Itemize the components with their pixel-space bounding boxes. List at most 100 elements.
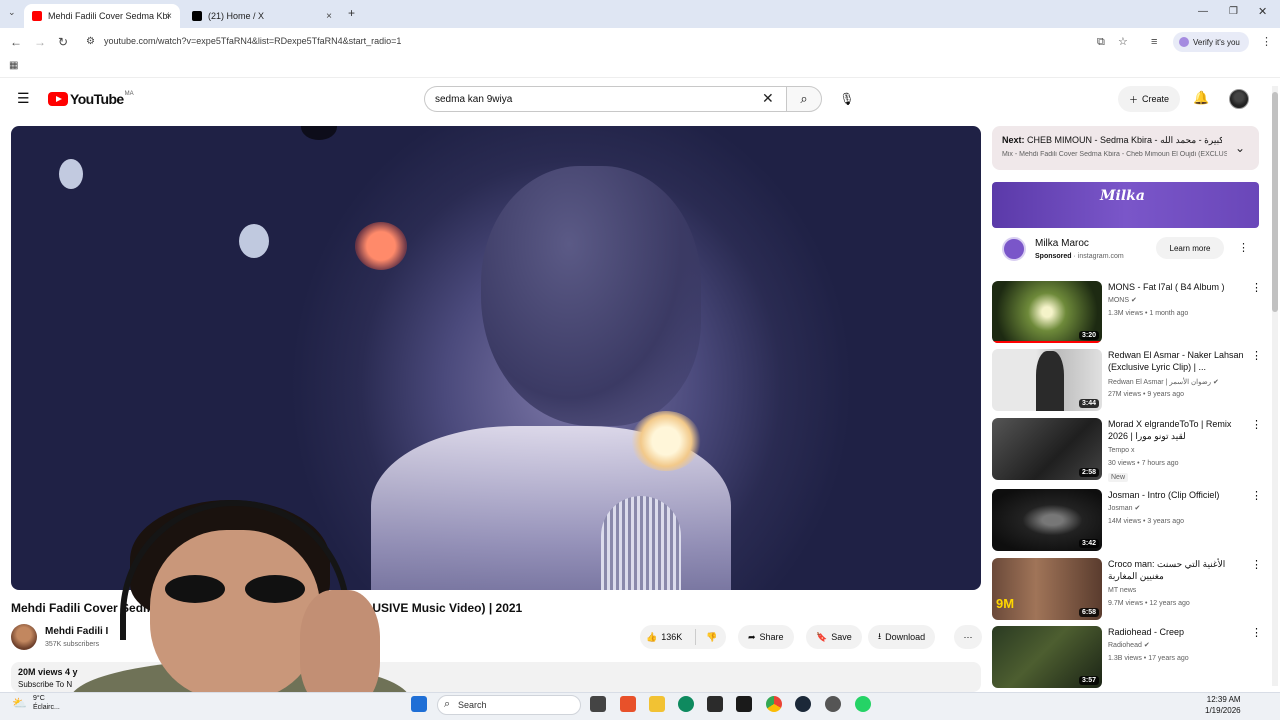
download-button[interactable]: ⭳ Download <box>868 625 936 649</box>
x-favicon-icon <box>192 11 202 21</box>
recommendation-kebab-icon[interactable]: ⋮ <box>1251 418 1262 431</box>
recommendation-meta: 9.7M views • 12 years ago <box>1108 600 1190 607</box>
ad-advertiser-name[interactable]: Milka Maroc <box>1035 238 1089 249</box>
video-thumbnail[interactable]: 3:20 <box>992 281 1102 343</box>
recommendation-item[interactable]: 3:57 Radiohead - Creep Radiohead ✔ 1.3B … <box>992 626 1262 688</box>
install-app-icon[interactable]: ⧉ <box>1097 34 1105 50</box>
recommendation-item[interactable]: 2:58 Morad X elgrandeToTo | Remix 2026 |… <box>992 418 1262 482</box>
more-actions-button[interactable]: ⋯ <box>954 625 982 649</box>
forward-icon[interactable]: → <box>34 34 46 50</box>
chevron-down-icon[interactable]: ⌄ <box>1235 141 1245 155</box>
clear-search-icon[interactable]: ✕ <box>762 90 774 107</box>
save-button[interactable]: 🔖 Save <box>806 625 862 649</box>
verified-check-icon: ✔ <box>1212 379 1219 386</box>
video-thumbnail[interactable]: 3:57 <box>992 626 1102 688</box>
steam-icon[interactable] <box>795 696 811 712</box>
account-avatar[interactable] <box>1229 89 1249 109</box>
notifications-bell-icon[interactable]: 🔔 <box>1193 90 1209 106</box>
task-view-icon[interactable] <box>590 696 606 712</box>
taskbar-search[interactable]: Search <box>437 695 581 715</box>
apps-grid-icon[interactable]: ▦ <box>9 60 18 71</box>
create-button[interactable]: ＋ Create <box>1118 86 1180 112</box>
recommendation-meta: 14M views • 3 years ago <box>1108 518 1184 525</box>
thumbnail-figure <box>1036 351 1064 411</box>
description-text: Subscribe To N <box>18 680 73 689</box>
up-next-title: Next: CHEB MIMOUN - Sedma Kbira - صدمة ك… <box>1002 135 1222 146</box>
recommendation-kebab-icon[interactable]: ⋮ <box>1251 349 1262 362</box>
learn-more-button[interactable]: Learn more <box>1156 237 1224 259</box>
system-clock[interactable]: 12:39 AM 1/19/2026 <box>1205 694 1241 716</box>
video-thumbnail[interactable]: 9M 6:58 <box>992 558 1102 620</box>
back-icon[interactable]: ← <box>10 34 22 50</box>
recommendation-title[interactable]: Radiohead - Creep <box>1108 626 1244 638</box>
site-info-icon[interactable]: ⚙ <box>86 34 95 50</box>
verified-check-icon: ✔ <box>1134 505 1141 512</box>
video-thumbnail[interactable]: 2:58 <box>992 418 1102 480</box>
hamburger-menu-icon[interactable]: ☰ <box>17 90 30 107</box>
address-bar[interactable]: youtube.com/watch?v=expe5TfaRN4&list=RDe… <box>104 36 401 46</box>
recommendation-kebab-icon[interactable]: ⋮ <box>1251 489 1262 502</box>
share-button[interactable]: ➦ Share <box>738 625 794 649</box>
ad-kebab-icon[interactable]: ⋮ <box>1238 241 1249 254</box>
thumbs-down-icon: 👎 <box>706 631 718 642</box>
bookmark-icon: 🔖 <box>816 631 828 642</box>
recommendation-title[interactable]: Croco man: الأغنية التي حسنت مغنيين المغ… <box>1108 558 1244 582</box>
share-label: Share <box>759 632 784 642</box>
whatsapp-icon[interactable] <box>855 696 871 712</box>
chrome-icon[interactable] <box>766 696 782 712</box>
tab-close-icon[interactable]: × <box>166 11 172 22</box>
tab-youtube[interactable]: Mehdi Fadili Cover Sedma Kbi × <box>24 4 180 28</box>
maximize-icon[interactable]: ❐ <box>1229 6 1238 17</box>
minimize-icon[interactable]: — <box>1198 6 1208 17</box>
video-frame-singer <box>481 166 701 426</box>
reading-list-icon[interactable]: ≡ <box>1151 34 1157 50</box>
recommendation-title[interactable]: Redwan El Asmar - Naker Lahsan (Exclusiv… <box>1108 349 1244 373</box>
recommendation-meta: 27M views • 9 years ago <box>1108 391 1184 398</box>
tab-list-chevron-icon[interactable]: ⌄ <box>8 7 16 18</box>
dislike-button[interactable]: 👎 <box>700 632 717 643</box>
new-tab-button[interactable]: + <box>348 6 355 20</box>
recommendation-kebab-icon[interactable]: ⋮ <box>1251 281 1262 294</box>
bookmark-star-icon[interactable]: ☆ <box>1118 34 1128 50</box>
recommendation-title[interactable]: Morad X elgrandeToTo | Remix 2026 | لقيد… <box>1108 418 1244 442</box>
share-icon: ➦ <box>748 631 756 642</box>
up-next-panel[interactable] <box>992 126 1259 170</box>
ad-advertiser-avatar[interactable] <box>1002 237 1026 261</box>
like-button[interactable]: 👍 136K <box>640 629 696 645</box>
voice-search-button[interactable]: 🎙 <box>834 86 860 112</box>
duration-badge: 6:58 <box>1078 608 1099 617</box>
menu-kebab-icon[interactable]: ⋮ <box>1261 34 1272 50</box>
recommendation-kebab-icon[interactable]: ⋮ <box>1251 626 1262 639</box>
video-thumbnail[interactable]: 3:42 <box>992 489 1102 551</box>
verify-profile-button[interactable]: Verify it's you <box>1173 32 1249 52</box>
channel-avatar[interactable] <box>11 624 37 650</box>
app-icon[interactable] <box>825 696 841 712</box>
copilot-icon[interactable] <box>620 696 636 712</box>
profile-icon <box>1179 37 1189 47</box>
tab-close-icon[interactable]: × <box>326 11 332 22</box>
recommendation-item[interactable]: 9M 6:58 Croco man: الأغنية التي حسنت مغن… <box>992 558 1262 620</box>
video-thumbnail[interactable]: 3:44 <box>992 349 1102 411</box>
obs-icon[interactable] <box>736 696 752 712</box>
reload-icon[interactable]: ↻ <box>58 34 68 50</box>
thumbs-up-icon: 👍 <box>646 631 658 642</box>
close-window-icon[interactable]: ✕ <box>1258 5 1267 18</box>
tab-title: Mehdi Fadili Cover Sedma Kbi <box>48 11 170 21</box>
recommendation-item[interactable]: 3:44 Redwan El Asmar - Naker Lahsan (Exc… <box>992 349 1262 411</box>
tab-x[interactable]: (21) Home / X × <box>184 4 340 28</box>
start-windows-icon[interactable] <box>411 696 427 712</box>
weather-icon[interactable]: ⛅ <box>12 696 27 710</box>
search-input[interactable]: sedma kan 9wiya <box>424 86 787 112</box>
youtube-logo[interactable]: YouTube MA <box>48 91 134 107</box>
recommendation-item[interactable]: 3:42 Josman - Intro (Clip Officiel) Josm… <box>992 489 1262 551</box>
scrollbar-thumb[interactable] <box>1272 92 1278 312</box>
search-button[interactable]: ⌕ <box>786 86 822 112</box>
recommendation-item[interactable]: 3:20 MONS - Fat l7al ( B4 Album ) MONS ✔… <box>992 281 1262 343</box>
recommendation-title[interactable]: MONS - Fat l7al ( B4 Album ) <box>1108 281 1244 293</box>
weather-widget[interactable]: 9°C Éclairc... <box>33 694 60 712</box>
recommendation-kebab-icon[interactable]: ⋮ <box>1251 558 1262 571</box>
recommendation-title[interactable]: Josman - Intro (Clip Officiel) <box>1108 489 1244 501</box>
edge-icon[interactable] <box>678 696 694 712</box>
file-explorer-icon[interactable] <box>649 696 665 712</box>
store-icon[interactable] <box>707 696 723 712</box>
